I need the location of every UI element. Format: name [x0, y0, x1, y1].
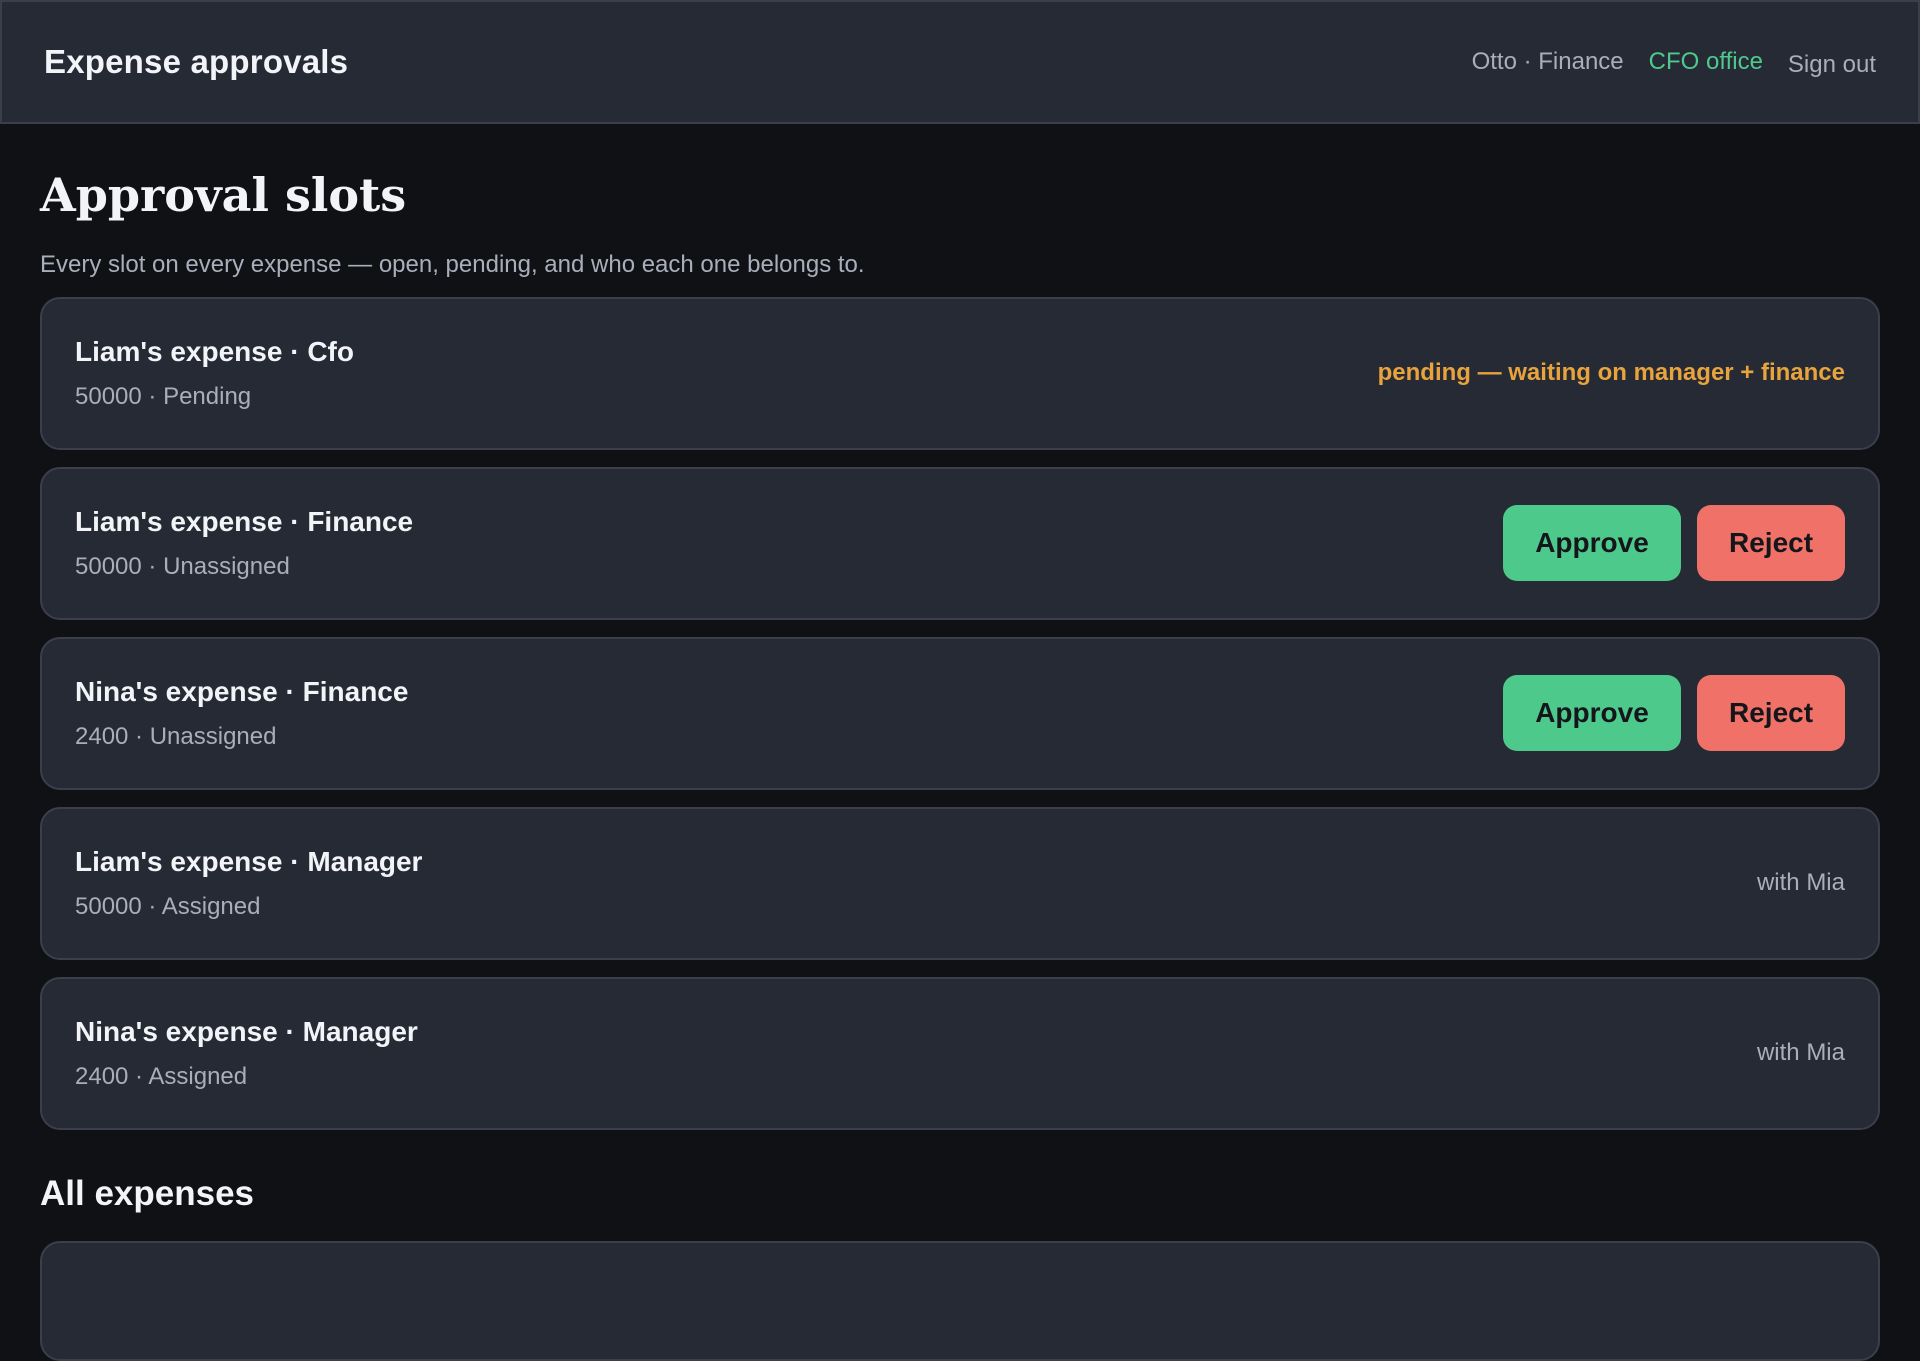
slot-meta: 50000 · Pending [75, 382, 252, 410]
slot-title: Liam's expense · Manager [75, 845, 423, 877]
pending-status-label: pending — waiting on manager + finance [1377, 359, 1845, 387]
all-expenses-heading: All expenses [40, 1173, 254, 1213]
page-title: Approval slots [40, 168, 407, 222]
top-bar: Expense approvals Otto · Finance CFO off… [0, 0, 1920, 124]
reject-button[interactable]: Reject [1697, 675, 1845, 752]
slot-title: Nina's expense · Finance [75, 675, 409, 707]
approval-slot-card: Liam's expense · Manager 50000 · Assigne… [40, 806, 1880, 960]
slot-title: Nina's expense · Manager [75, 1015, 418, 1047]
approval-slot-card: Nina's expense · Finance 2400 · Unassign… [40, 636, 1880, 790]
top-bar-actions: Otto · Finance CFO office Sign out [1472, 45, 1876, 79]
current-user-label: Otto · Finance [1471, 48, 1624, 75]
slot-meta: 2400 · Assigned [75, 1062, 248, 1090]
slot-text: Nina's expense · Finance 2400 · Unassign… [75, 676, 408, 751]
slot-status-area: with Mia [1757, 869, 1845, 897]
all-expenses-card [40, 1240, 1880, 1361]
reject-button[interactable]: Reject [1697, 505, 1845, 582]
assignee-label: with Mia [1756, 869, 1845, 897]
slot-title: Liam's expense · Finance [75, 505, 414, 537]
sign-out-button[interactable]: Sign out [1788, 51, 1876, 79]
assignee-label: with Mia [1756, 1039, 1845, 1067]
slot-text: Nina's expense · Manager 2400 · Assigned [75, 1016, 418, 1091]
main-content: Approval slots Every slot on every expen… [40, 124, 1880, 1361]
slot-meta: 2400 · Unassigned [75, 722, 277, 750]
slot-meta: 50000 · Assigned [75, 892, 261, 920]
approve-button[interactable]: Approve [1503, 505, 1681, 582]
page-subtitle: Every slot on every expense — open, pend… [40, 250, 865, 278]
approval-slot-list: Liam's expense · Cfo 50000 · Pending pen… [40, 296, 1880, 1130]
slot-actions: Approve Reject [1503, 675, 1845, 752]
slot-title: Liam's expense · Cfo [75, 335, 354, 367]
slot-actions: Approve Reject [1503, 505, 1845, 582]
slot-status-area: pending — waiting on manager + finance [1378, 359, 1845, 387]
slot-text: Liam's expense · Finance 50000 · Unassig… [75, 506, 413, 581]
approval-slot-card: Liam's expense · Cfo 50000 · Pending pen… [40, 296, 1880, 450]
approval-slot-card: Liam's expense · Finance 50000 · Unassig… [40, 466, 1880, 620]
approval-slot-card: Nina's expense · Manager 2400 · Assigned… [40, 976, 1880, 1130]
app-title: Expense approvals [44, 43, 349, 80]
slot-status-area: with Mia [1757, 1039, 1845, 1067]
slot-meta: 50000 · Unassigned [75, 552, 290, 580]
approve-button[interactable]: Approve [1503, 675, 1681, 752]
slot-text: Liam's expense · Cfo 50000 · Pending [75, 336, 354, 411]
slot-text: Liam's expense · Manager 50000 · Assigne… [75, 846, 422, 921]
cfo-office-link[interactable]: CFO office [1649, 48, 1763, 76]
